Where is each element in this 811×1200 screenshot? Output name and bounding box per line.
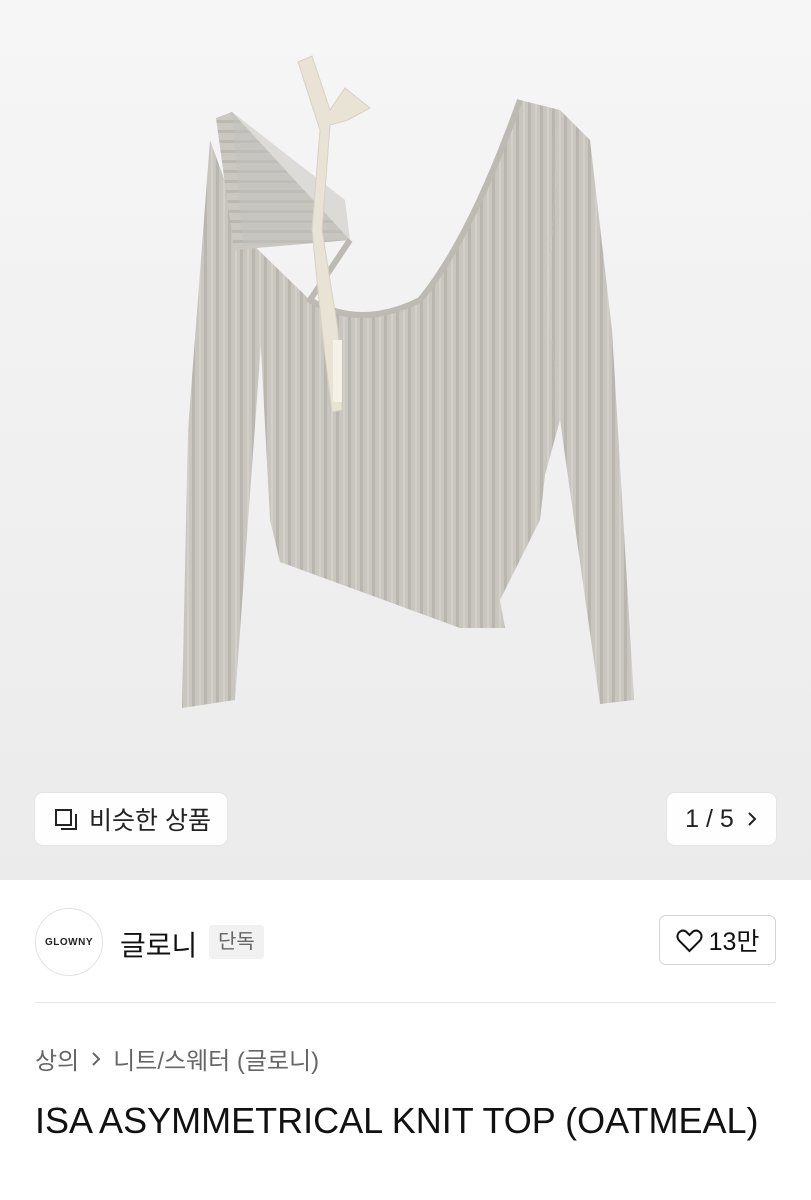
divider — [35, 1002, 776, 1003]
chevron-right-icon — [92, 1051, 101, 1066]
image-pager-button[interactable]: 1 / 5 — [667, 793, 776, 845]
image-pager-count: 1 / 5 — [685, 804, 734, 833]
product-title: ISA ASYMMETRICAL KNIT TOP (OATMEAL) — [35, 1100, 759, 1141]
product-image-gallery[interactable]: 비슷한 상품 1 / 5 — [0, 0, 811, 880]
heart-outline-icon — [676, 929, 703, 952]
breadcrumb: 상의 니트/스웨터 (글로니) — [35, 1041, 319, 1076]
similar-items-icon — [55, 809, 77, 830]
similar-items-label: 비슷한 상품 — [89, 807, 211, 835]
brand-name[interactable]: 글로니 — [120, 924, 197, 964]
breadcrumb-item-knit[interactable]: 니트/스웨터 (글로니) — [113, 1041, 319, 1076]
brand-logo[interactable]: GLOWNY — [35, 908, 103, 976]
brand-row: GLOWNY 글로니 단독 13만 — [35, 905, 776, 977]
chevron-right-icon — [748, 812, 757, 826]
product-photo — [182, 55, 634, 708]
breadcrumb-item-top[interactable]: 상의 — [35, 1041, 79, 1076]
exclusive-badge: 단독 — [209, 925, 264, 959]
like-count: 13만 — [708, 928, 760, 956]
similar-items-button[interactable]: 비슷한 상품 — [35, 793, 227, 845]
like-button[interactable]: 13만 — [659, 915, 776, 965]
brand-logo-text: GLOWNY — [45, 936, 93, 948]
